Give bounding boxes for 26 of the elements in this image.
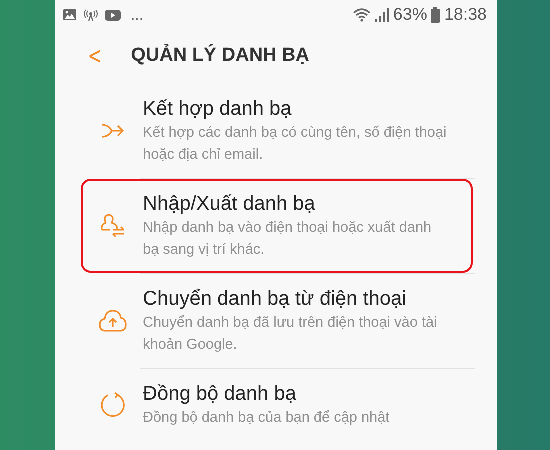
- item-description: Chuyển danh bạ đã lưu trên điện thoại vào tài khoản Google.: [143, 314, 438, 355]
- item-description: Kết hợp các danh bạ có cùng tên, số điện thoại hoặc địa chỉ email.: [143, 124, 448, 165]
- item-description: Nhập danh bạ vào điện thoại hoặc xuất danh bạ sang vị trí khác.: [143, 219, 433, 260]
- signal-icon: [375, 8, 390, 22]
- person-arrows-icon: [100, 214, 126, 238]
- screen-title: QUẢN LÝ DANH BẠ: [131, 45, 310, 67]
- overflow-indicator: ...: [131, 6, 144, 24]
- refresh-icon: [100, 392, 126, 418]
- item-title: Kết hợp danh bạ: [143, 97, 292, 122]
- clock-time: 18:38: [444, 5, 487, 25]
- cloud-upload-icon: [99, 310, 127, 332]
- menu-item[interactable]: Kết hợp danh bạ Kết hợp các danh bạ có cùng tên, số điện thoại hoặc địa chỉ email.: [81, 84, 473, 178]
- menu-item[interactable]: Nhập/Xuất danh bạ Nhập danh bạ vào điện thoại hoặc xuất danh bạ sang vị trí khác.: [81, 179, 473, 273]
- menu-item[interactable]: Đồng bộ danh bạ Đồng bộ danh bạ của bạn để cập nhật: [81, 369, 473, 441]
- item-description: Đồng bộ danh bạ của bạn để cập nhật: [143, 409, 390, 428]
- item-title: Chuyển danh bạ từ điện thoại: [143, 287, 407, 312]
- merge-arrow-icon: [101, 124, 125, 138]
- image-icon: [63, 9, 77, 21]
- battery-percent: 63%: [393, 5, 428, 25]
- menu-item[interactable]: Chuyển danh bạ từ điện thoại Chuyển danh bạ đã lưu trên điện thoại vào tài khoản Google.: [81, 274, 473, 368]
- broadcast-icon: [83, 9, 99, 21]
- battery-icon: [431, 7, 440, 23]
- wifi-icon: [353, 8, 372, 22]
- item-title: Nhập/Xuất danh bạ: [143, 192, 316, 217]
- item-title: Đồng bộ danh bạ: [143, 382, 296, 407]
- video-icon: [105, 10, 121, 20]
